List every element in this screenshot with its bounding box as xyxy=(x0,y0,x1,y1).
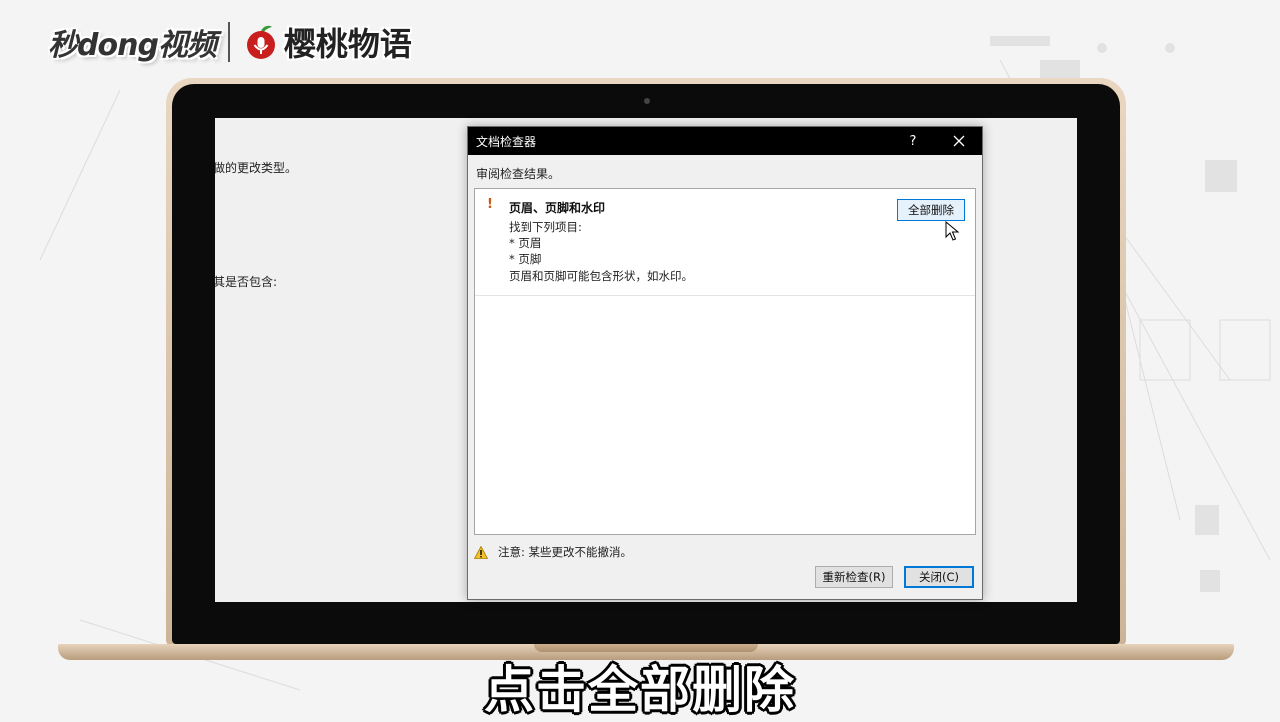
result-item-title: 页眉、页脚和水印 xyxy=(509,201,606,215)
result-item-line: 页眉和页脚可能包含形状，如水印。 xyxy=(509,269,693,283)
exclamation-warning-icon: ! xyxy=(487,197,493,212)
background-doc-text-1: 做的更改类型。 xyxy=(215,161,298,175)
result-item-headers-footers: ! 页眉、页脚和水印 找到下列项目: * 页眉 * 页脚 页眉和页脚可能包含形状… xyxy=(475,189,975,296)
close-icon[interactable] xyxy=(944,127,974,155)
brand-logo: 秒dong视频 樱桃物语 xyxy=(48,14,412,70)
help-button[interactable]: ? xyxy=(898,127,928,155)
laptop-camera xyxy=(644,98,650,104)
video-subtitle-caption: 点击全部删除 xyxy=(484,661,796,719)
miaodong-logo-text: 秒dong视频 xyxy=(48,28,217,63)
close-button[interactable]: 关闭(C) xyxy=(904,566,974,588)
brand-divider xyxy=(227,22,230,62)
mouse-pointer-icon xyxy=(945,221,959,241)
inspection-results-list[interactable]: ! 页眉、页脚和水印 找到下列项目: * 页眉 * 页脚 页眉和页脚可能包含形状… xyxy=(474,188,976,535)
dialog-title: 文档检查器 xyxy=(476,134,537,149)
dialog-subtitle: 审阅检查结果。 xyxy=(476,167,561,181)
background-doc-text-2: 其是否包含: xyxy=(215,275,278,289)
remove-all-button[interactable]: 全部删除 xyxy=(897,199,965,221)
document-inspector-dialog: 文档检查器 ? 审阅检查结果。 ! 页眉、页脚和水印 找到下列项目: * 页眉 … xyxy=(467,126,983,600)
warning-note: 注意: 某些更改不能撤消。 xyxy=(474,544,632,560)
result-item-line: * 页脚 xyxy=(509,252,542,266)
result-item-line: 找到下列项目: xyxy=(509,220,582,234)
cherry-microphone-icon xyxy=(246,25,275,59)
result-item-line: * 页眉 xyxy=(509,236,542,250)
dialog-titlebar[interactable]: 文档检查器 ? xyxy=(468,127,982,155)
warning-triangle-icon xyxy=(474,545,488,559)
reinspect-button[interactable]: 重新检查(R) xyxy=(815,566,893,588)
warning-note-text: 注意: 某些更改不能撤消。 xyxy=(498,545,633,559)
cherry-brand-text: 樱桃物语 xyxy=(283,25,412,63)
